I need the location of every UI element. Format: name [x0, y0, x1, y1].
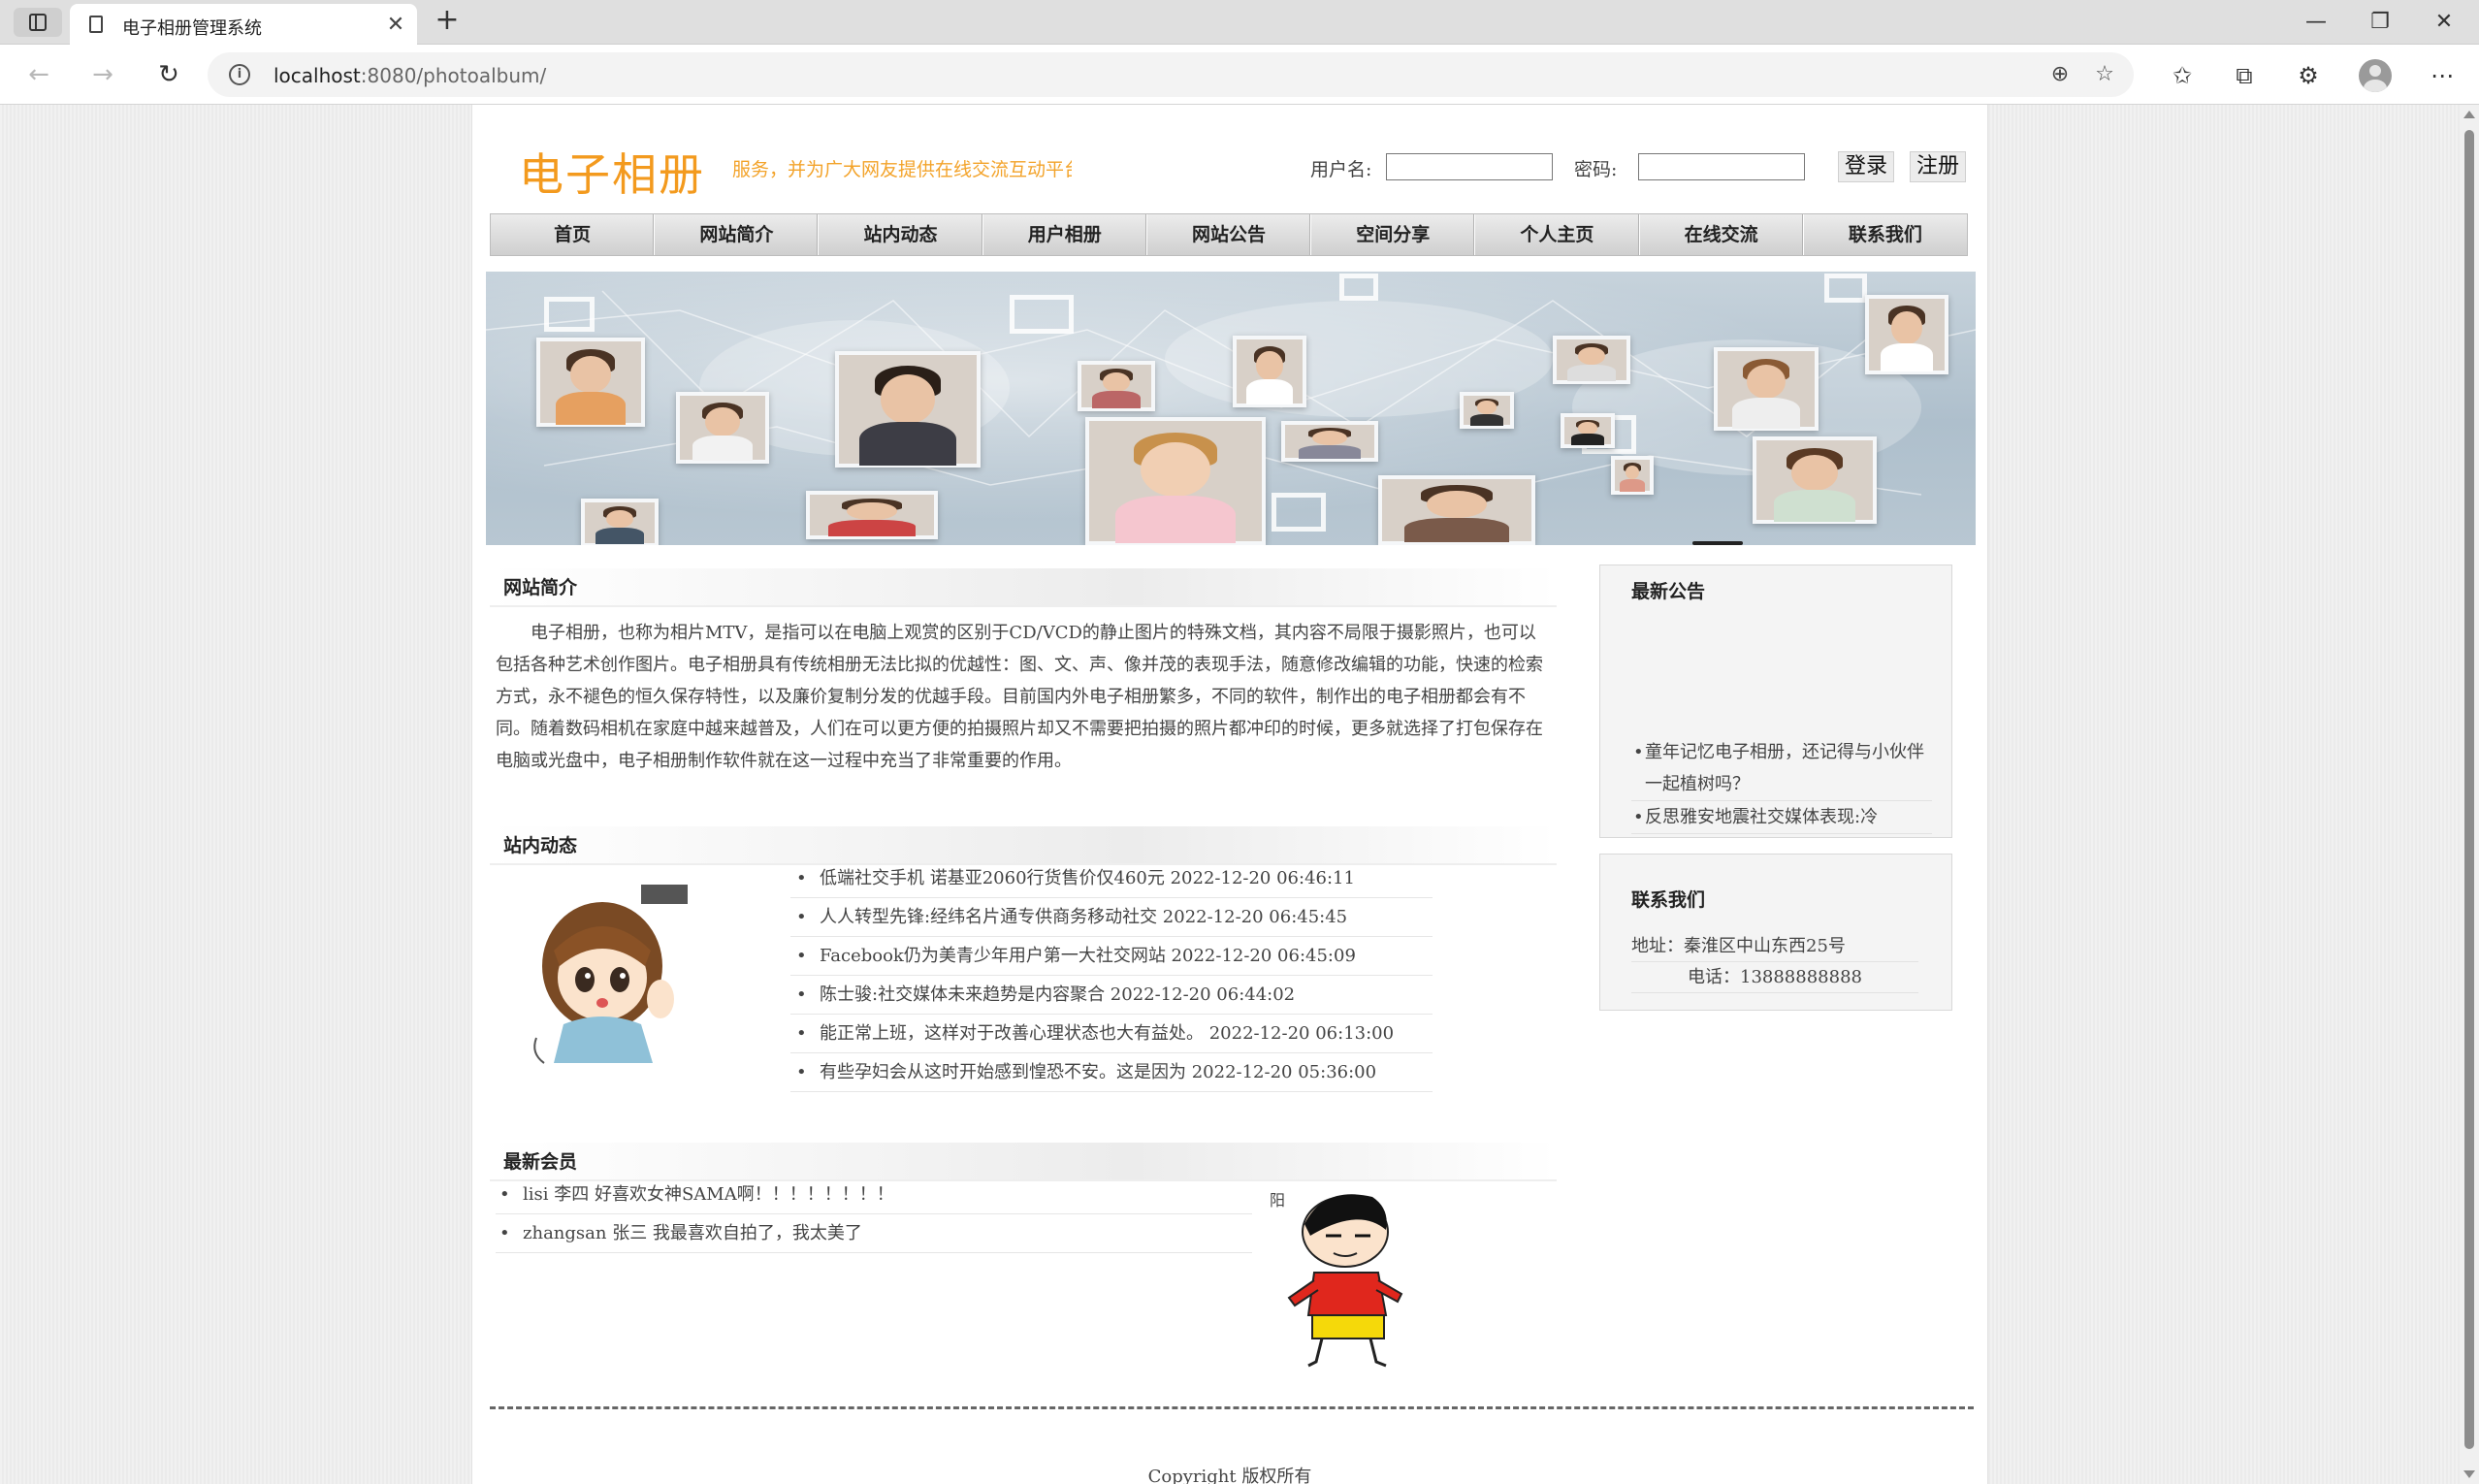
banner-frame — [1824, 274, 1867, 303]
news-item[interactable]: 陈士骏:社交媒体未来趋势是内容聚合 2022-12-20 06:44:02 — [790, 976, 1433, 1015]
news-cartoon-image — [533, 885, 688, 1064]
banner-photo — [1281, 421, 1378, 462]
news-item[interactable]: 有些孕妇会从这时开始感到惶恐不安。这是因为 2022-12-20 05:36:0… — [790, 1053, 1433, 1092]
nav-online-chat[interactable]: 在线交流 — [1640, 214, 1804, 255]
member-item[interactable]: zhangsan 张三 我最喜欢自拍了，我太美了 — [496, 1214, 1252, 1253]
tab-actions-icon — [29, 14, 47, 31]
member-item[interactable]: lisi 李四 好喜欢女神SAMA啊！！！！！！！！ — [496, 1176, 1252, 1214]
copyright-text: Copyright 版权所有 — [1147, 1467, 1312, 1484]
scrollbar-thumb[interactable] — [2464, 130, 2474, 1449]
username-input[interactable] — [1386, 153, 1553, 180]
tab-title: 电子相册管理系统 — [122, 18, 262, 39]
news-item[interactable]: 低端社交手机 诺基亚2060行货售价仅460元 2022-12-20 06:46… — [790, 859, 1433, 898]
nav-news[interactable]: 站内动态 — [819, 214, 983, 255]
nav-intro[interactable]: 网站简介 — [655, 214, 820, 255]
intro-text: 电子相册，也称为相片MTV，是指可以在电脑上观赏的区别于CD/VCD的静止图片的… — [496, 623, 1543, 771]
nav-home[interactable]: 首页 — [491, 214, 656, 255]
banner-photo — [1714, 347, 1819, 431]
banner-frame — [1339, 274, 1378, 301]
main-nav: 首页 网站简介 站内动态 用户相册 网站公告 空间分享 个人主页 在线交流 联系… — [490, 213, 1968, 256]
profile-avatar[interactable] — [2359, 59, 2392, 92]
contact-box: 联系我们 地址：秦淮区中山东西25号 电话：13888888888 — [1599, 854, 1952, 1011]
banner-indicator[interactable] — [1692, 541, 1743, 545]
banner-photo — [1753, 436, 1877, 524]
banner-photo — [1553, 336, 1630, 384]
login-button[interactable]: 登录 — [1838, 151, 1895, 182]
browser-tab-bar: 电子相册管理系统 ✕ + — ❐ ✕ — [0, 0, 2479, 45]
footer-divider — [490, 1406, 1974, 1409]
banner-photo — [1460, 392, 1514, 429]
vertical-scrollbar[interactable] — [2460, 105, 2479, 1484]
notice-box-title: 最新公告 — [1631, 581, 1706, 602]
scroll-down-arrow-icon[interactable] — [2463, 1470, 2475, 1478]
welcome-marquee: 服务，并为广大网友提供在线交流互动平台，本站衷心祝您生 — [732, 159, 1072, 180]
collections-icon[interactable]: ⧉ — [2227, 58, 2262, 93]
intro-section-title: 网站简介 — [490, 568, 1557, 607]
news-item[interactable]: 人人转型先锋:经纬名片通专供商务移动社交 2022-12-20 06:45:45 — [790, 898, 1433, 937]
banner-photo-doctor — [1233, 336, 1306, 407]
add-favorite-icon[interactable]: ☆ — [2091, 61, 2118, 88]
nav-profile[interactable]: 个人主页 — [1475, 214, 1640, 255]
banner-frame — [1010, 295, 1074, 334]
banner-photo-woman — [835, 351, 981, 468]
forward-button[interactable]: → — [85, 58, 120, 93]
url-field[interactable]: i localhost:8080/photoalbum/ ⊕ ☆ — [208, 52, 2134, 97]
page-viewport: 电子相册 服务，并为广大网友提供在线交流互动平台，本站衷心祝您生 用户名: 密码… — [0, 105, 2460, 1484]
minimize-button[interactable]: — — [2287, 6, 2345, 39]
nav-user-albums[interactable]: 用户相册 — [983, 214, 1147, 255]
page-container: 电子相册 服务，并为广大网友提供在线交流互动平台，本站衷心祝您生 用户名: 密码… — [471, 105, 1988, 1484]
page-icon — [89, 16, 103, 33]
contact-address: 地址：秦淮区中山东西25号 — [1631, 930, 1918, 962]
banner-photo-family — [536, 338, 645, 427]
new-tab-button[interactable]: + — [431, 6, 464, 39]
notice-box: 最新公告 童年记忆电子相册，还记得与小伙伴一起植树吗？ 反思雅安地震社交媒体表现… — [1599, 565, 1952, 838]
banner-photo-nurse — [1865, 295, 1948, 374]
password-label: 密码: — [1574, 159, 1618, 180]
banner-photo — [1078, 361, 1155, 411]
nav-notices[interactable]: 网站公告 — [1147, 214, 1312, 255]
scroll-up-arrow-icon[interactable] — [2463, 111, 2475, 118]
address-bar: ← → ↻ i localhost:8080/photoalbum/ ⊕ ☆ ✩… — [0, 45, 2479, 105]
favorites-icon[interactable]: ✩ — [2165, 58, 2200, 93]
news-list: 低端社交手机 诺基亚2060行货售价仅460元 2022-12-20 06:46… — [790, 859, 1433, 1092]
refresh-button[interactable]: ↻ — [151, 58, 186, 93]
nav-contact[interactable]: 联系我们 — [1804, 214, 1967, 255]
notice-item[interactable]: 反思雅安地震社交媒体表现:冷 — [1631, 801, 1932, 834]
zoom-icon[interactable]: ⊕ — [2046, 61, 2074, 88]
banner-photo-girl — [1085, 417, 1266, 545]
notice-item[interactable]: 童年记忆电子相册，还记得与小伙伴一起植树吗？ — [1631, 736, 1932, 801]
url-text[interactable]: localhost:8080/photoalbum/ — [274, 64, 546, 87]
back-button[interactable]: ← — [21, 58, 56, 93]
news-item[interactable]: Facebook仍为美青少年用户第一大社交网站 2022-12-20 06:45… — [790, 937, 1433, 976]
member-cartoon-image: 阳 — [1266, 1179, 1431, 1373]
more-menu-icon[interactable]: ⋯ — [2425, 58, 2460, 93]
site-logo[interactable]: 电子相册 — [519, 140, 705, 204]
banner-photo — [1611, 456, 1654, 495]
banner-photo — [676, 392, 769, 464]
nav-space-share[interactable]: 空间分享 — [1311, 214, 1476, 255]
banner-frame — [544, 297, 595, 332]
username-label: 用户名: — [1310, 159, 1372, 180]
banner-photo — [581, 499, 659, 545]
banner-photo — [1561, 413, 1615, 448]
tab-actions-button[interactable] — [14, 8, 62, 37]
restore-button[interactable]: ❐ — [2351, 6, 2409, 39]
register-button[interactable]: 注册 — [1910, 151, 1967, 182]
close-tab-icon[interactable]: ✕ — [384, 13, 407, 37]
member-list: lisi 李四 好喜欢女神SAMA啊！！！！！！！！ zhangsan 张三 我… — [496, 1176, 1252, 1253]
password-input[interactable] — [1638, 153, 1805, 180]
notice-list: 童年记忆电子相册，还记得与小伙伴一起植树吗？ 反思雅安地震社交媒体表现:冷 — [1631, 736, 1932, 834]
info-icon[interactable]: i — [229, 64, 250, 85]
banner-image — [486, 272, 1976, 545]
extensions-icon[interactable]: ⚙ — [2291, 58, 2326, 93]
news-item[interactable]: 能正常上班，这样对于改善心理状态也大有益处。 2022-12-20 06:13:… — [790, 1015, 1433, 1053]
contact-box-title: 联系我们 — [1631, 889, 1706, 911]
browser-tab[interactable]: 电子相册管理系统 ✕ — [70, 4, 417, 45]
banner-photo — [806, 491, 938, 539]
banner-photo-couple — [1378, 475, 1535, 545]
contact-phone: 电话：13888888888 — [1631, 961, 1918, 993]
banner-frame — [1272, 493, 1326, 532]
close-window-button[interactable]: ✕ — [2415, 6, 2473, 39]
